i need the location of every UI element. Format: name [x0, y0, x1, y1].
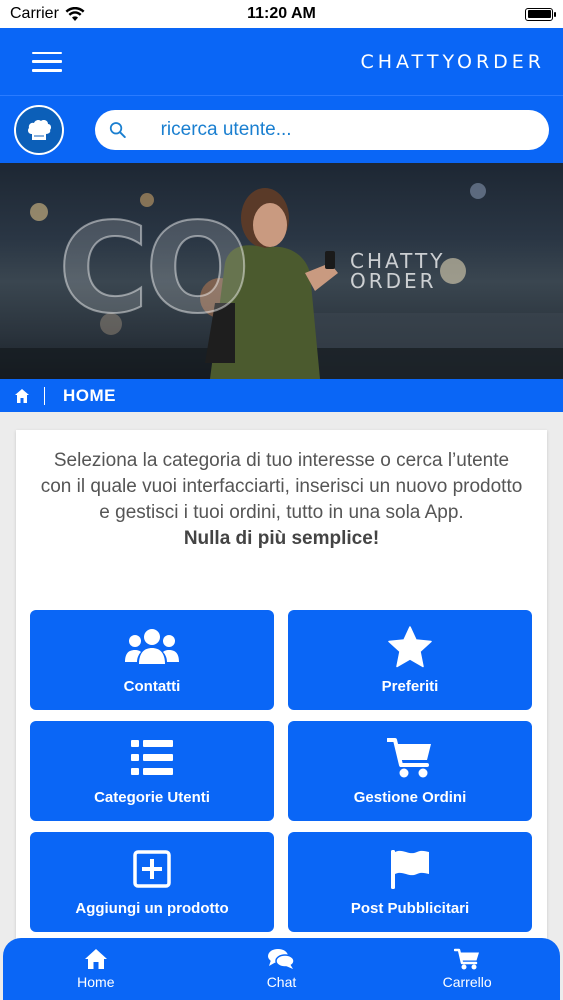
list-icon — [131, 739, 173, 775]
bottom-tab-bar: Home Chat Carrello — [3, 938, 560, 1000]
hero-logo: CHATTY ORDER — [350, 249, 446, 293]
page-title: HOME — [63, 385, 116, 405]
tile-label: Contatti — [123, 677, 181, 695]
brand-logo: CHATTYORDER — [360, 50, 545, 73]
tile-label: Gestione Ordini — [353, 788, 467, 806]
tab-label: Carrello — [442, 974, 492, 990]
hero-big-letters: CO — [57, 196, 251, 342]
star-icon — [388, 625, 432, 667]
tab-chat[interactable]: Chat — [221, 948, 341, 990]
chat-icon — [268, 949, 296, 969]
breadcrumb-separator — [44, 386, 45, 405]
battery-icon — [525, 7, 556, 21]
search-input[interactable] — [160, 118, 535, 141]
tab-label: Home — [77, 974, 115, 990]
order-management-tile[interactable]: Gestione Ordini — [288, 721, 532, 821]
plus-square-icon — [133, 849, 171, 888]
search-box[interactable] — [95, 109, 549, 150]
ad-posts-tile[interactable]: Post Pubblicitari — [288, 832, 532, 932]
intro-text-block: Seleziona la categoria di tuo interesse … — [16, 430, 547, 552]
hamburger-icon[interactable] — [32, 51, 62, 72]
intro-text: Seleziona la categoria di tuo interesse … — [40, 450, 523, 523]
home-icon[interactable] — [14, 388, 30, 404]
tab-label: Chat — [266, 974, 297, 990]
favorites-tile[interactable]: Preferiti — [288, 610, 532, 710]
carrier-label: Carrier — [10, 5, 59, 22]
user-categories-tile[interactable]: Categorie Utenti — [30, 721, 274, 821]
contacts-tile[interactable]: Contatti — [30, 610, 274, 710]
intro-emphasis: Nulla di più semplice! — [183, 528, 380, 549]
flag-icon — [391, 849, 429, 889]
chef-hat-icon[interactable] — [14, 104, 64, 155]
app-header: CHATTYORDER — [0, 28, 563, 95]
hero-banner: CO CHATTY ORDER — [0, 163, 563, 379]
home-icon — [84, 949, 107, 969]
breadcrumb: HOME — [0, 379, 563, 412]
home-content-card: Seleziona la categoria di tuo interesse … — [16, 430, 547, 970]
battery-level — [527, 10, 551, 18]
cart-icon — [454, 948, 480, 970]
cart-icon — [387, 737, 431, 777]
status-bar: Carrier 11:20 AM — [0, 0, 563, 28]
users-icon — [125, 628, 179, 664]
wifi-icon — [65, 6, 85, 21]
tab-cart[interactable]: Carrello — [407, 948, 527, 990]
tile-label: Preferiti — [381, 677, 439, 695]
tab-home[interactable]: Home — [36, 948, 156, 990]
tile-label: Post Pubblicitari — [350, 899, 470, 917]
search-icon — [109, 121, 126, 138]
tiles-grid: Contatti Preferiti Categorie Utenti Gest… — [30, 610, 533, 932]
add-product-tile[interactable]: Aggiungi un prodotto — [30, 832, 274, 932]
tile-label: Aggiungi un prodotto — [75, 899, 229, 917]
search-row — [0, 95, 563, 163]
status-left: Carrier — [10, 5, 85, 23]
tile-label: Categorie Utenti — [94, 788, 210, 806]
